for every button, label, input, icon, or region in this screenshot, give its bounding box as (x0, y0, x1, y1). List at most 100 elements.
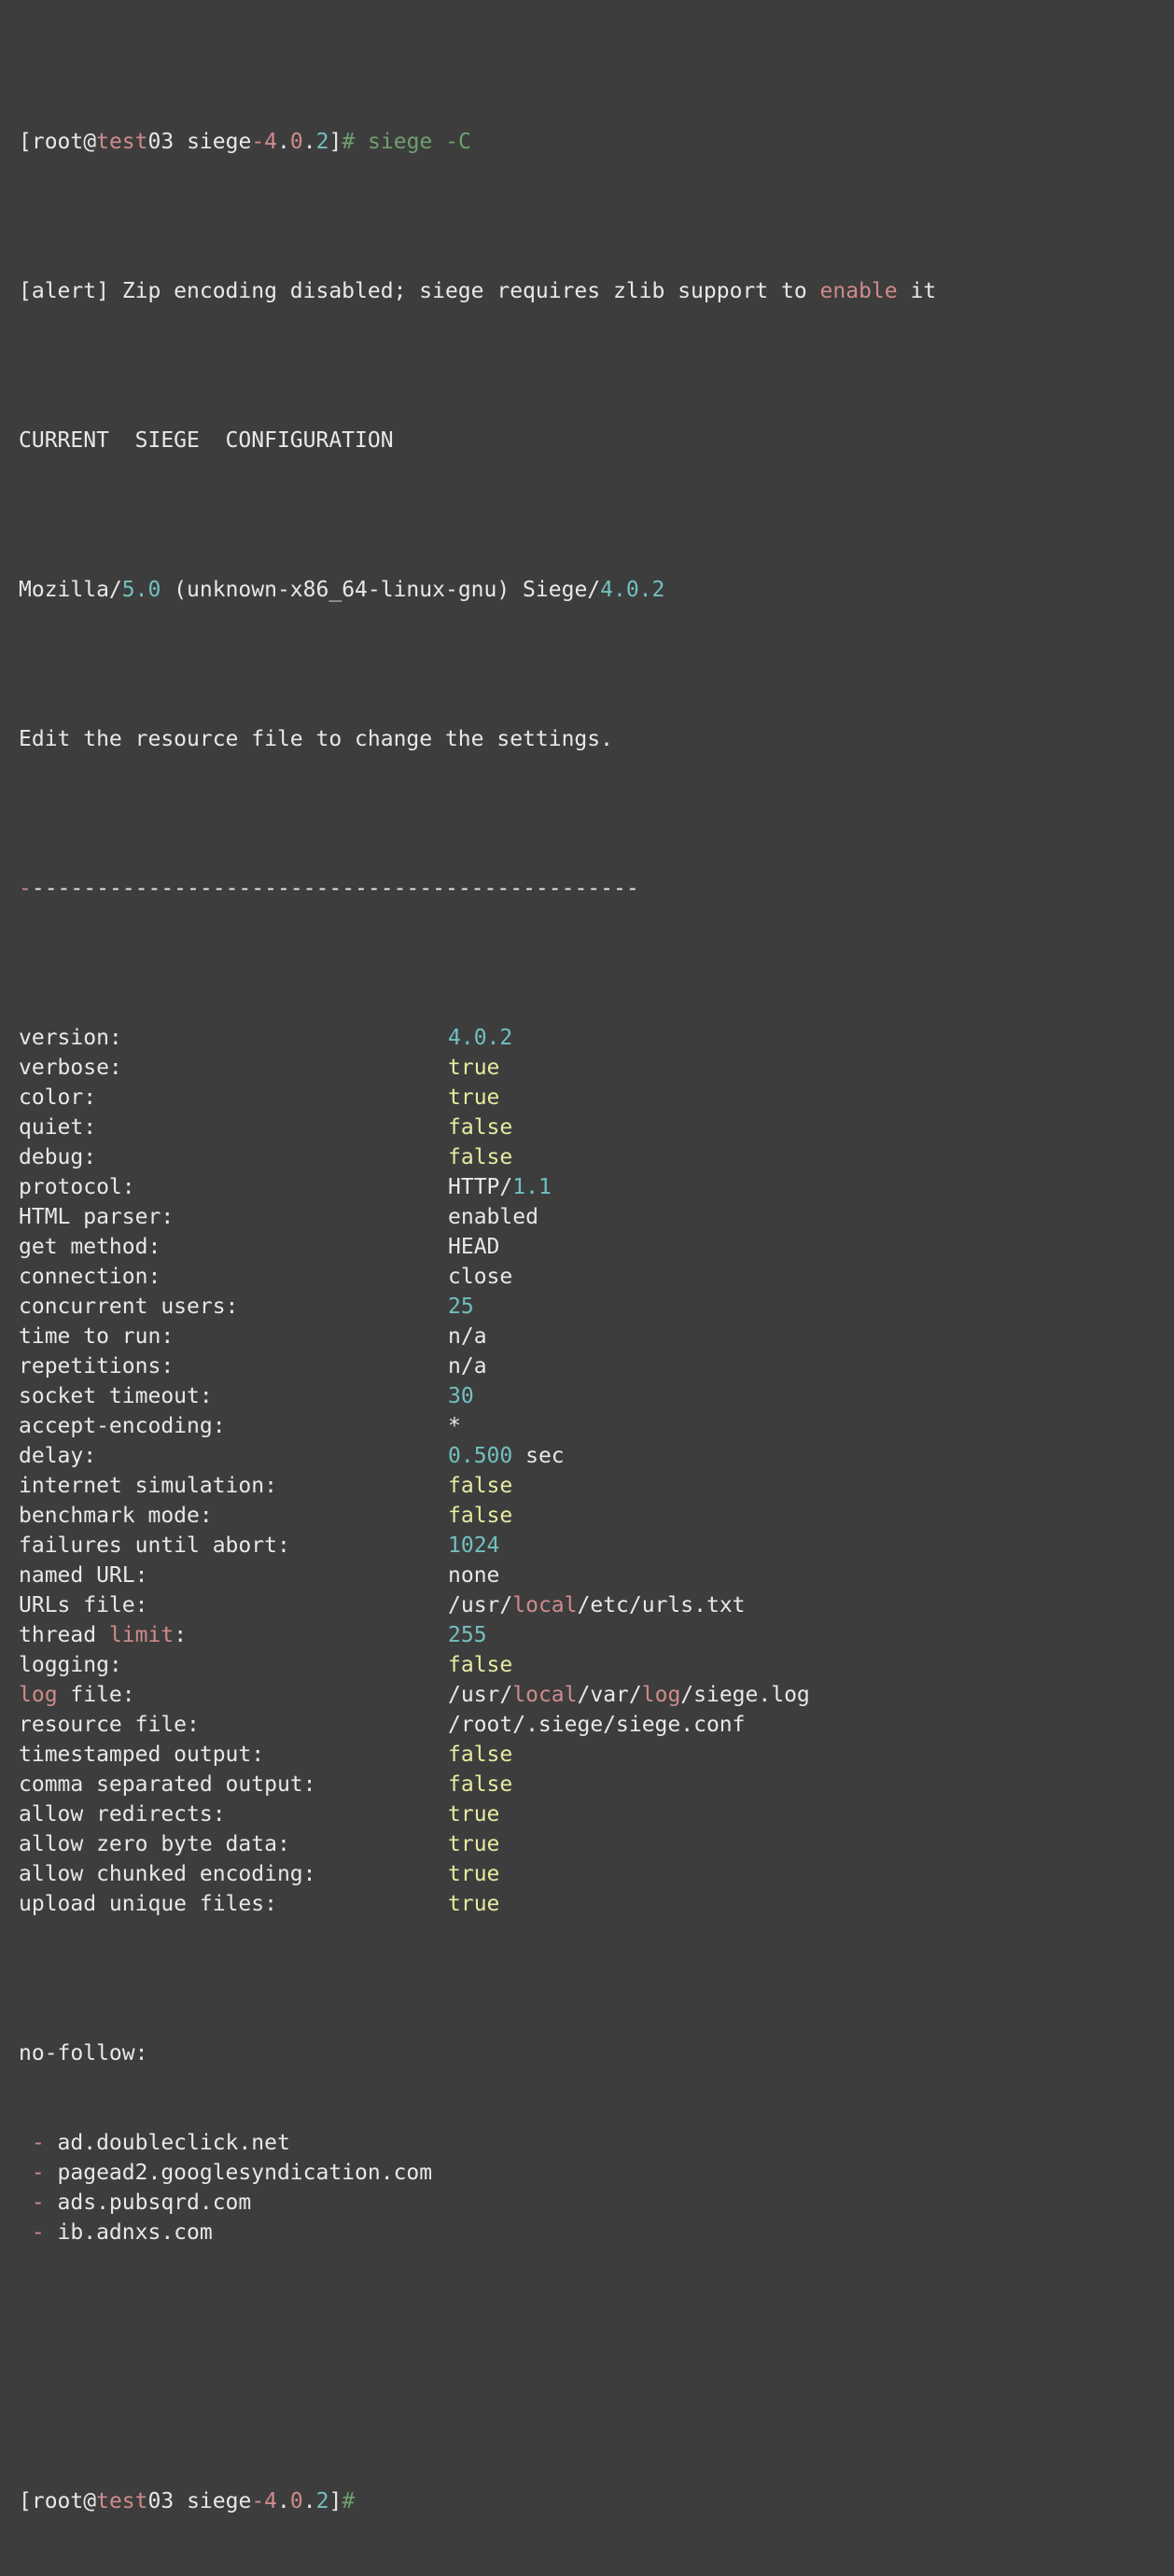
config-row-value: HEAD (448, 1232, 499, 1262)
prompt-bracket-close: ] (328, 130, 342, 154)
config-row-value: true (448, 1799, 499, 1829)
config-row: delay: 0.500 sec (19, 1441, 1174, 1471)
config-row-value-part-1: sec (512, 1444, 565, 1468)
prompt-dir-dot1: . (277, 2489, 290, 2513)
nofollow-item: - ads.pubsqrd.com (19, 2188, 1174, 2218)
config-row: protocol: HTTP/1.1 (19, 1172, 1174, 1202)
config-row: repetitions: n/a (19, 1351, 1174, 1381)
config-row: allow chunked encoding: true (19, 1859, 1174, 1889)
config-row-value-text: false (448, 1743, 513, 1767)
config-row-label-text: debug: (19, 1145, 97, 1169)
config-row-value-part-0: /usr/ (448, 1683, 513, 1707)
config-row-label-text: upload unique files: (19, 1892, 277, 1916)
separator-rest: ----------------------------------------… (31, 876, 639, 901)
config-row-value: true (448, 1859, 499, 1889)
nofollow-item-label: pagead2.googlesyndication.com (57, 2161, 433, 2185)
config-row-value-text: true (448, 1862, 500, 1886)
config-row-label-text: quiet: (19, 1115, 97, 1140)
config-row-label: concurrent users: (19, 1292, 448, 1322)
prompt-dir-minor: 0 (289, 130, 303, 154)
prompt-dir-dash: - (251, 2489, 265, 2513)
prompt-user: root (31, 130, 84, 154)
config-row: log file:/usr/local/var/log/siege.log (19, 1680, 1174, 1710)
config-row-value-text: false (448, 1653, 513, 1677)
config-row-label-text: logging: (19, 1653, 122, 1677)
config-row-label-text: failures until abort: (19, 1533, 290, 1558)
config-row-label-text: version: (19, 1026, 122, 1050)
prompt-at: @ (83, 130, 97, 154)
prompt-host-highlight: test (96, 130, 148, 154)
config-row: get method: HEAD (19, 1232, 1174, 1262)
config-row: internet simulation: false (19, 1471, 1174, 1501)
config-row-value-text: 4.0.2 (448, 1026, 513, 1050)
config-row-value-text: close (448, 1265, 513, 1289)
prompt-bracket-open: [ (19, 2489, 32, 2513)
config-row-label-text: internet simulation: (19, 1474, 277, 1498)
config-row-value-text: false (448, 1772, 513, 1797)
config-row-label: time to run: (19, 1322, 448, 1351)
config-row: color: true (19, 1083, 1174, 1113)
config-row: allow redirects: true (19, 1799, 1174, 1829)
prompt-dir-patch: 2 (315, 2489, 329, 2513)
config-row-value-text: true (448, 1892, 500, 1916)
config-row-label: debug: (19, 1142, 448, 1172)
nofollow-bullet: - (19, 2191, 58, 2215)
config-row-value-text: true (448, 1085, 500, 1110)
useragent-part2: (unknown-x86_64-linux-gnu) Siege/ (161, 578, 601, 602)
prompt-host-rest: 03 (147, 2489, 175, 2513)
config-row-label: verbose: (19, 1053, 448, 1083)
config-row: thread limit: 255 (19, 1620, 1174, 1650)
prompt-dir-patch: 2 (315, 130, 329, 154)
prompt-dir-minor: 0 (289, 2489, 303, 2513)
alert-suffix: it (897, 279, 937, 303)
config-row-value: /usr/local/var/log/siege.log (448, 1680, 810, 1710)
config-row-value-text: 30 (448, 1384, 474, 1408)
nofollow-item-label: ad.doubleclick.net (57, 2131, 290, 2155)
config-row: URLs file: /usr/local/etc/urls.txt (19, 1590, 1174, 1620)
nofollow-item: - pagead2.googlesyndication.com (19, 2158, 1174, 2188)
prompt-line-bottom[interactable]: [root@test03 siege-4.0.2]# (19, 2486, 1174, 2516)
config-row: time to run: n/a (19, 1322, 1174, 1351)
config-row-value: 255 (448, 1620, 487, 1650)
config-row-value: true (448, 1829, 499, 1859)
config-row-value-text: 1024 (448, 1533, 500, 1558)
config-row: debug: false (19, 1142, 1174, 1172)
config-row-label-text: concurrent users: (19, 1295, 239, 1319)
config-row-value: close (448, 1262, 512, 1292)
config-row-value-text: n/a (448, 1324, 487, 1349)
config-row: version: 4.0.2 (19, 1023, 1174, 1053)
nofollow-item-label: ads.pubsqrd.com (57, 2191, 252, 2215)
config-row: resource file: /root/.siege/siege.conf (19, 1710, 1174, 1740)
config-row-value-text: false (448, 1504, 513, 1528)
useragent-version2: 4.0.2 (600, 578, 665, 602)
prompt-dir-dot2: . (302, 2489, 316, 2513)
terminal-screen[interactable]: [root@test03 siege-4.0.2]# siege -C [ale… (0, 0, 1174, 2513)
prompt-dir-prefix: siege (187, 130, 252, 154)
config-row-label: socket timeout: (19, 1381, 448, 1411)
config-row-label-part-1: limit (108, 1623, 175, 1647)
config-row-value: 1024 (448, 1531, 499, 1561)
config-row-value: 4.0.2 (448, 1023, 512, 1053)
config-row-value: n/a (448, 1351, 487, 1381)
nofollow-item-label: ib.adnxs.com (57, 2220, 213, 2245)
nofollow-list: - ad.doubleclick.net - pagead2.googlesyn… (19, 2128, 1174, 2247)
config-row-label: quiet: (19, 1113, 448, 1142)
config-row-value: false (448, 1471, 512, 1501)
config-row-value: false (448, 1770, 512, 1799)
config-row-value-part-1: local (512, 1683, 578, 1707)
config-row-label-text: verbose: (19, 1056, 122, 1080)
prompt-host-rest: 03 (147, 130, 175, 154)
useragent-part1: Mozilla/ (19, 578, 122, 602)
config-row-value: false (448, 1650, 512, 1680)
nofollow-bullet: - (19, 2161, 58, 2185)
config-row: quiet: false (19, 1113, 1174, 1142)
config-row-label-text: allow zero byte data: (19, 1832, 290, 1856)
nofollow-bullet: - (19, 2220, 58, 2245)
config-row-label: color: (19, 1083, 448, 1113)
config-row-value: false (448, 1501, 512, 1531)
config-row-value-part-0: /usr/ (448, 1593, 513, 1617)
config-row-value: enabled (448, 1202, 538, 1232)
config-row-value: * (448, 1411, 461, 1441)
config-heading: CURRENT SIEGE CONFIGURATION (19, 428, 394, 453)
